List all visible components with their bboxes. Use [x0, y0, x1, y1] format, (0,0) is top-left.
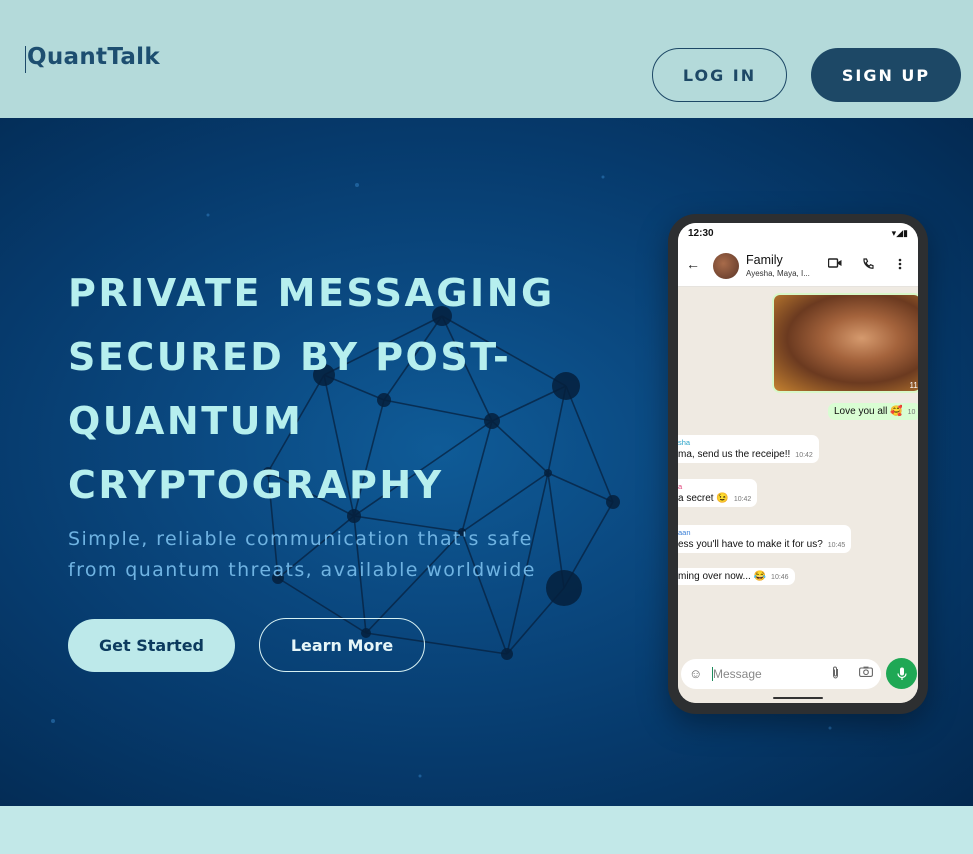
- footer-band: [0, 806, 973, 854]
- message-bubble[interactable]: Love you all 🥰 10: [828, 403, 918, 420]
- avatar[interactable]: [713, 253, 739, 279]
- sender-name: sha: [678, 438, 691, 447]
- headline-line: CRYPTOGRAPHY: [68, 463, 444, 507]
- camera-icon[interactable]: [859, 666, 873, 680]
- message-input-box[interactable]: ☺ Message: [681, 659, 881, 689]
- hero-section: PRIVATE MESSAGING SECURED BY POST- QUANT…: [0, 118, 973, 806]
- photo-message[interactable]: 11:: [772, 293, 918, 393]
- message-composer: ☺ Message: [678, 657, 918, 703]
- learn-more-button[interactable]: Learn More: [259, 618, 425, 672]
- headline-line: PRIVATE MESSAGING: [68, 271, 555, 315]
- phone-screen: 12:30 ▾◢▮ ← Family Ayesha, Maya, I... 11…: [678, 223, 918, 703]
- message-bubble[interactable]: sha ma, send us the receipe!! 10:42: [678, 435, 819, 463]
- message-time: 10: [907, 409, 916, 416]
- message-input[interactable]: Message: [713, 667, 762, 681]
- status-icons: ▾◢▮: [891, 228, 908, 238]
- headline-line: SECURED BY POST-: [68, 335, 512, 379]
- get-started-button[interactable]: Get Started: [68, 619, 235, 672]
- message-text: ess you'll have to make it for us?: [678, 539, 823, 550]
- message-bubble[interactable]: ming over now... 😂 10:46: [678, 568, 795, 585]
- message-text: ming over now... 😂: [678, 571, 767, 582]
- family-photo: [774, 295, 918, 391]
- arrow-left-icon[interactable]: ←: [686, 256, 700, 272]
- message-text: Love you all 🥰: [834, 406, 903, 417]
- text-cursor: [25, 46, 26, 73]
- video-call-icon[interactable]: [827, 258, 842, 271]
- status-time: 12:30: [688, 228, 714, 239]
- message-time: 10:45: [827, 542, 846, 549]
- message-time: 10:42: [733, 496, 752, 503]
- home-indicator: [773, 697, 823, 699]
- chat-title[interactable]: Family: [746, 253, 783, 267]
- login-button[interactable]: LOG IN: [652, 48, 787, 102]
- chat-members: Ayesha, Maya, I...: [746, 269, 810, 278]
- sender-name: a: [678, 482, 683, 491]
- site-header: QuantTalk LOG IN SIGN UP: [0, 0, 973, 118]
- message-bubble[interactable]: aan ess you'll have to make it for us? 10…: [678, 525, 852, 553]
- message-time: 10:46: [771, 574, 789, 581]
- hero-headline: PRIVATE MESSAGING SECURED BY POST- QUANT…: [68, 261, 628, 517]
- hero-subheading: Simple, reliable communication that's sa…: [68, 524, 628, 586]
- chat-header: ← Family Ayesha, Maya, I...: [678, 245, 918, 287]
- message-text: ma, send us the receipe!!: [678, 449, 791, 460]
- message-bubble[interactable]: a a secret 😉 10:42: [678, 479, 758, 507]
- status-bar: 12:30 ▾◢▮: [678, 223, 918, 245]
- phone-mockup: 12:30 ▾◢▮ ← Family Ayesha, Maya, I... 11…: [668, 214, 928, 714]
- message-time: 10:42: [795, 452, 813, 459]
- paperclip-icon[interactable]: [831, 666, 840, 682]
- signup-button[interactable]: SIGN UP: [811, 48, 961, 102]
- subhead-line: from quantum threats, available worldwid…: [68, 559, 536, 581]
- logo[interactable]: QuantTalk: [27, 44, 160, 70]
- emoji-icon[interactable]: ☺: [689, 666, 702, 681]
- microphone-icon[interactable]: [886, 658, 917, 689]
- headline-line: QUANTUM: [68, 399, 304, 443]
- sender-name: aan: [678, 528, 691, 537]
- message-text: a secret 😉: [678, 493, 729, 504]
- chat-body: 11: Love you all 🥰 10 sha ma, send us the…: [678, 287, 918, 657]
- phone-icon[interactable]: [862, 258, 874, 273]
- more-vertical-icon[interactable]: [898, 258, 902, 273]
- message-time: 11:: [909, 381, 918, 390]
- subhead-line: Simple, reliable communication that's sa…: [68, 528, 533, 550]
